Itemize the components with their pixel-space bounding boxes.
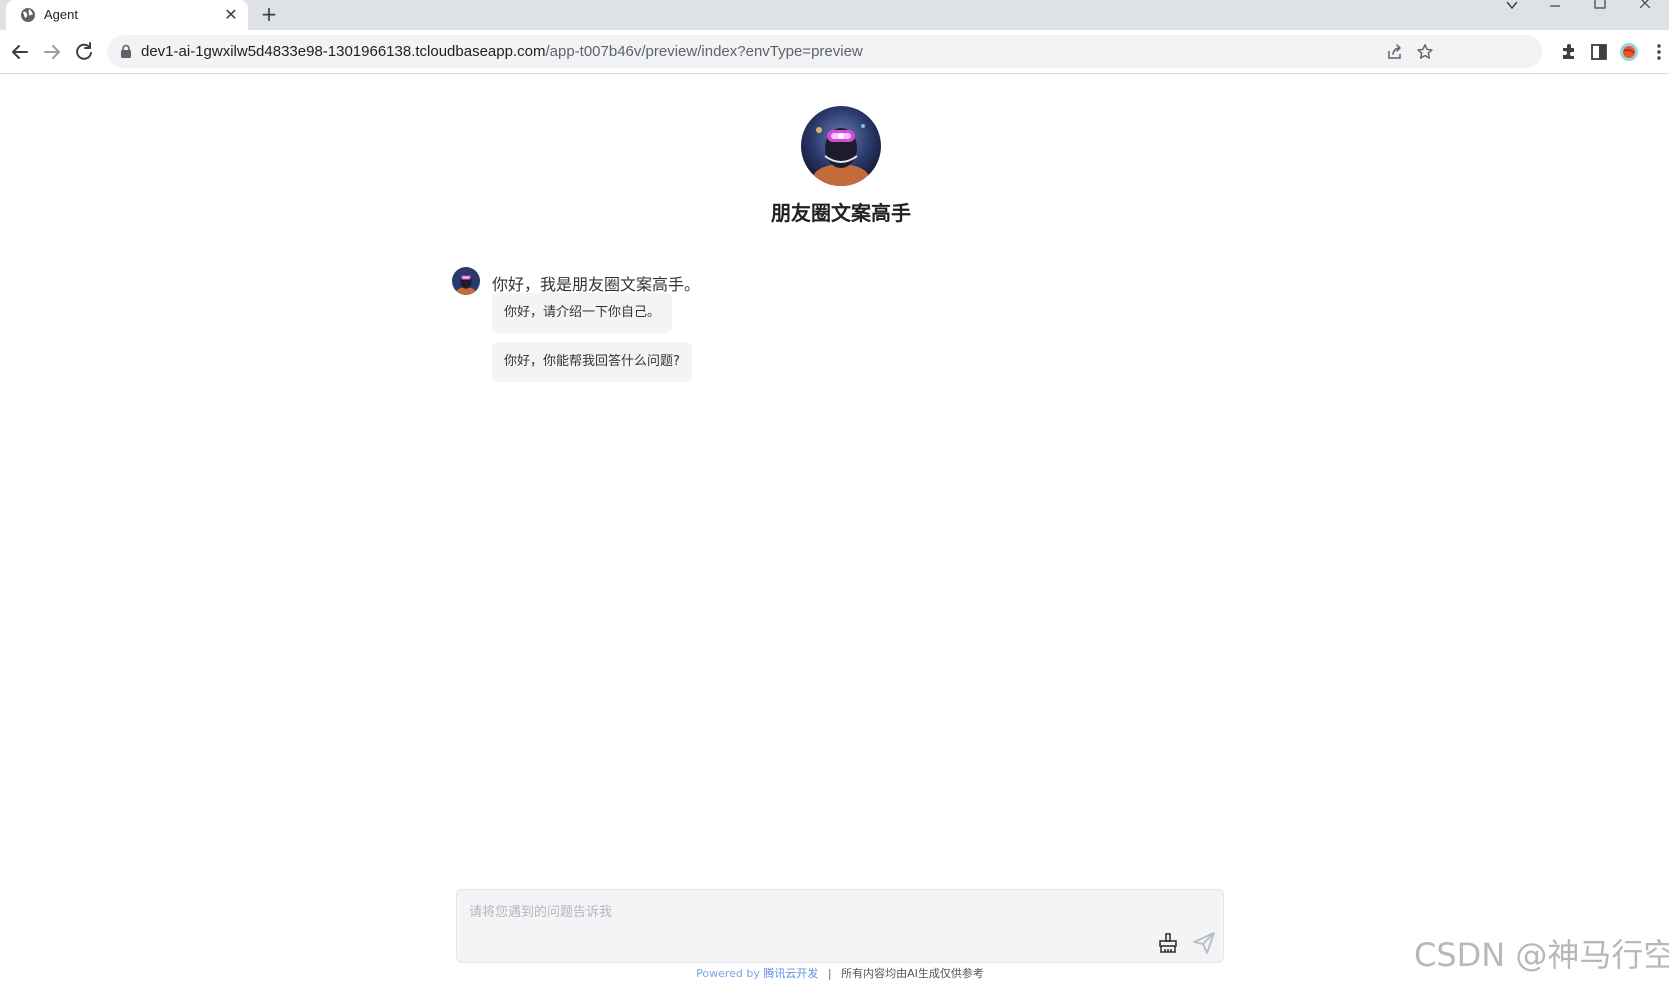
tab-close-icon[interactable]: ✕ xyxy=(222,6,240,24)
brand-link[interactable]: 腾讯云开发 xyxy=(763,967,818,980)
minimize-icon[interactable] xyxy=(1540,0,1570,12)
url-host: dev1-ai-1gwxilw5d4833e98-1301966138.tclo… xyxy=(141,43,546,60)
agent-avatar xyxy=(801,106,881,186)
message-input[interactable] xyxy=(469,902,1069,922)
url-text[interactable]: dev1-ai-1gwxilw5d4833e98-1301966138.tclo… xyxy=(141,43,863,60)
back-arrow-icon[interactable] xyxy=(8,40,32,64)
browser-toolbar: dev1-ai-1gwxilw5d4833e98-1301966138.tclo… xyxy=(0,30,1669,74)
watermark: CSDN @神马行空 xyxy=(1414,936,1669,974)
forward-arrow-icon[interactable] xyxy=(40,40,64,64)
address-bar[interactable]: dev1-ai-1gwxilw5d4833e98-1301966138.tclo… xyxy=(107,35,1542,68)
footer: Powered by 腾讯云开发 | 所有内容均由AI生成仅供参考 xyxy=(456,965,1224,981)
close-window-icon[interactable] xyxy=(1630,0,1660,12)
reload-icon[interactable] xyxy=(72,40,96,64)
lock-icon[interactable] xyxy=(119,44,133,58)
browser-menu-icon[interactable] xyxy=(1649,42,1669,62)
agent-name: 朋友圈文案高手 xyxy=(771,201,911,225)
powered-by-label: Powered by xyxy=(696,967,760,980)
browser-tab-agent[interactable]: Agent ✕ xyxy=(6,0,248,30)
bookmark-star-icon[interactable] xyxy=(1416,43,1434,61)
message-composer xyxy=(456,889,1224,963)
greeting-message: 你好，我是朋友圈文案高手。 xyxy=(492,275,701,294)
clear-brush-icon[interactable] xyxy=(1157,932,1179,954)
chat-page: 朋友圈文案高手 你好，我是朋友圈文案高手。 你好，请介绍一下你自己。 你好，你能… xyxy=(0,75,1669,983)
suggestion-chip-intro[interactable]: 你好，请介绍一下你自己。 xyxy=(492,293,673,333)
extensions-puzzle-icon[interactable] xyxy=(1559,42,1579,62)
profile-avatar-icon[interactable] xyxy=(1619,42,1639,62)
share-icon[interactable] xyxy=(1386,43,1404,61)
message-avatar xyxy=(452,267,480,295)
side-panel-icon[interactable] xyxy=(1589,42,1609,62)
maximize-icon[interactable] xyxy=(1585,0,1615,12)
tab-search-icon[interactable] xyxy=(1497,0,1527,12)
url-path: /app-t007b46v/preview/index?envType=prev… xyxy=(545,43,863,60)
footer-separator: | xyxy=(827,967,832,980)
new-tab-button[interactable]: + xyxy=(258,4,280,26)
globe-icon xyxy=(21,8,35,22)
tab-strip: Agent ✕ + xyxy=(0,0,1669,30)
tab-title: Agent xyxy=(44,7,78,22)
disclaimer-text: 所有内容均由AI生成仅供参考 xyxy=(841,967,984,980)
suggestion-chip-capabilities[interactable]: 你好，你能帮我回答什么问题? xyxy=(492,342,692,382)
send-icon[interactable] xyxy=(1191,930,1217,956)
